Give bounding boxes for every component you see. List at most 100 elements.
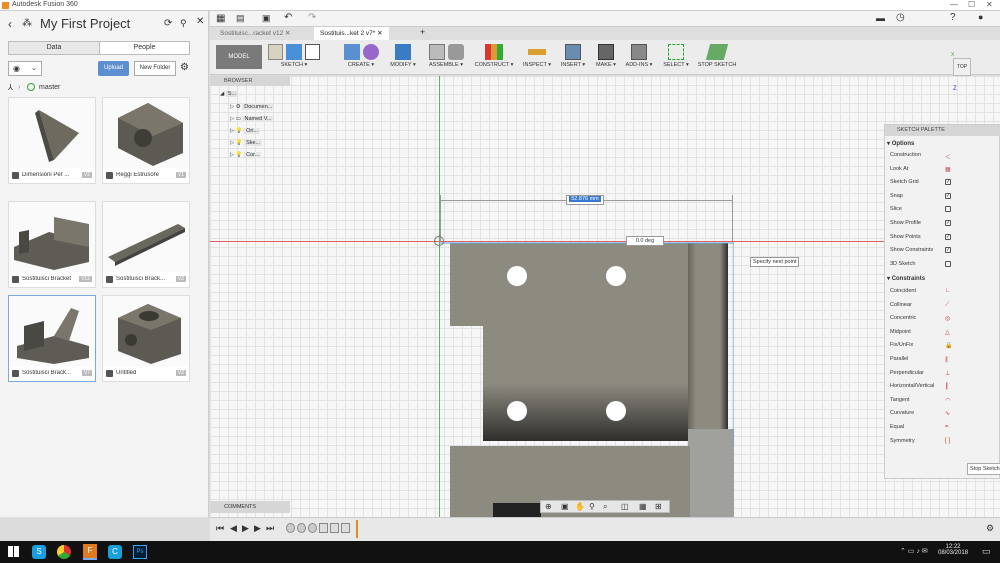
file-card[interactable]: Reggi Estrusore V1 xyxy=(102,97,190,184)
refresh-icon[interactable]: ⟳ xyxy=(164,18,172,29)
palette-option[interactable]: Construction ＜ xyxy=(890,152,998,162)
file-menu-icon[interactable]: ▤ xyxy=(236,13,245,24)
modify-group[interactable]: MODIFY ▾ xyxy=(388,44,418,68)
workspace-switch[interactable]: MODEL xyxy=(216,45,262,69)
angle-input[interactable]: 0.0 deg xyxy=(626,236,664,246)
redo-icon[interactable]: ↷ xyxy=(308,12,316,23)
create-group[interactable]: CREATE ▾ xyxy=(340,44,382,68)
undo-icon[interactable]: ↶ xyxy=(284,12,292,23)
browser-item[interactable]: ▷ ⚙ Documen... xyxy=(230,102,288,113)
dimension-input[interactable]: 52.876 mm xyxy=(566,195,604,205)
photoshop-icon[interactable]: Ps xyxy=(133,545,147,559)
checkbox[interactable]: ✓ xyxy=(945,247,951,254)
line-icon[interactable] xyxy=(286,44,302,60)
assemble-group[interactable]: ASSEMBLE ▾ xyxy=(426,44,466,68)
constraint-icon[interactable]: ∟ xyxy=(945,288,951,294)
new-component-icon[interactable] xyxy=(428,44,445,60)
timeline-features[interactable] xyxy=(286,523,356,535)
constraint-icon[interactable]: ┃ xyxy=(945,383,949,390)
joint-icon[interactable] xyxy=(447,44,464,60)
go-to-start-icon[interactable]: ⏮ xyxy=(216,523,224,534)
constraint-icon[interactable]: 🔒 xyxy=(945,342,952,349)
sketch-feature-icon[interactable] xyxy=(341,523,350,533)
constraint-item[interactable]: Collinear ⟋ xyxy=(890,302,998,312)
file-card[interactable]: Sostituisci Bracket V12 xyxy=(8,201,96,288)
close-tab-icon[interactable]: ✕ xyxy=(285,30,290,37)
help-icon[interactable]: ? xyxy=(950,12,956,23)
constraint-item[interactable]: Equal = xyxy=(890,424,998,434)
close-button[interactable]: ✕ xyxy=(986,0,993,9)
action-center-icon[interactable]: ▭ xyxy=(982,546,991,557)
browser-item[interactable]: ▷ 💡 Ori... xyxy=(230,126,288,137)
view-selector[interactable]: ◉ ⌄ xyxy=(8,61,42,76)
clock-icon[interactable]: ◷ xyxy=(896,12,905,23)
step-back-icon[interactable]: ◀ xyxy=(230,523,237,534)
save-icon[interactable]: ▣ xyxy=(262,13,271,24)
constraint-icon[interactable]: ∥ xyxy=(945,356,948,363)
go-to-end-icon[interactable]: ⏭ xyxy=(266,523,274,534)
palette-option[interactable]: 3D Sketch xyxy=(890,260,998,271)
new-folder-button[interactable]: New Folder xyxy=(134,61,176,76)
constraint-item[interactable]: Parallel ∥ xyxy=(890,356,998,366)
palette-option[interactable]: Show Points ✓ xyxy=(890,233,998,244)
constraints-section[interactable]: ▾ Constraints xyxy=(887,275,925,282)
viewports-icon[interactable]: ⊞ xyxy=(655,502,662,511)
fit-icon[interactable]: ⌕ xyxy=(603,502,607,512)
step-forward-icon[interactable]: ▶ xyxy=(254,523,261,534)
taskbar-clock[interactable]: 12:22 08/03/2018 xyxy=(938,544,968,556)
constraint-item[interactable]: Curvature ∿ xyxy=(890,410,998,420)
constraint-item[interactable]: Horizontal/Vertical ┃ xyxy=(890,383,998,393)
palette-option[interactable]: Show Constraints ✓ xyxy=(890,247,998,257)
constraint-icon[interactable]: ∿ xyxy=(945,410,950,417)
close-tab-icon[interactable]: ✕ xyxy=(377,30,382,37)
extrude-icon[interactable] xyxy=(343,44,360,60)
constraint-icon[interactable]: = xyxy=(945,424,949,430)
tab-people[interactable]: People xyxy=(99,42,189,54)
upload-button[interactable]: Upload xyxy=(98,61,129,76)
stop-sketch-button[interactable]: Stop Sketch xyxy=(967,463,1000,475)
settings-gear-icon[interactable]: ⚙ xyxy=(180,62,189,73)
chrome-icon[interactable] xyxy=(57,545,71,559)
user-icon[interactable]: ● xyxy=(978,12,983,22)
windows-start-icon[interactable] xyxy=(8,546,19,557)
file-card[interactable]: Dimensioni Per ... V2 xyxy=(8,97,96,184)
app-c-icon[interactable]: C xyxy=(108,545,122,559)
sketch-feature-icon[interactable] xyxy=(319,523,328,533)
browser-item[interactable]: ▷ 💡 Ske... xyxy=(230,138,288,149)
checkbox[interactable]: ✓ xyxy=(945,179,951,186)
file-card[interactable]: Untitled V2 xyxy=(102,295,190,382)
browser-item[interactable]: ▷ 💡 Cor... xyxy=(230,150,288,161)
checkbox[interactable] xyxy=(945,260,951,267)
look-at-icon[interactable]: ▣ xyxy=(561,502,569,511)
minimize-button[interactable]: — xyxy=(950,0,958,9)
grid-menu-icon[interactable]: ▦ xyxy=(216,13,225,24)
palette-option[interactable]: Snap ✓ xyxy=(890,192,998,203)
edit-sketch-icon[interactable] xyxy=(268,44,284,60)
constraint-item[interactable]: Concentric ◎ xyxy=(890,315,998,325)
inspect-group[interactable]: INSPECT ▾ xyxy=(520,44,554,68)
checkbox[interactable]: ✓ xyxy=(945,220,951,226)
fusion-taskbar-icon[interactable]: F xyxy=(83,544,97,560)
constraint-item[interactable]: Symmetry [ ] xyxy=(890,438,998,448)
insert-group[interactable]: INSERT ▾ xyxy=(558,44,588,68)
palette-option[interactable]: Look At ▦ xyxy=(890,166,998,176)
look-at-icon[interactable]: ▦ xyxy=(945,166,951,173)
sketch-feature-icon[interactable] xyxy=(330,523,339,533)
constraint-icon[interactable]: ⟋ xyxy=(945,302,949,309)
select-group[interactable]: SELECT ▾ xyxy=(662,44,690,68)
new-tab-icon[interactable]: + xyxy=(420,27,425,37)
doc-tab[interactable]: Sostituisc...racket v12 ✕ xyxy=(214,27,297,40)
constraint-item[interactable]: Tangent ◠ xyxy=(890,397,998,407)
addins-group[interactable]: ADD-INS ▾ xyxy=(624,44,654,68)
design-canvas[interactable]: 52.876 mm 0.0 deg Specify next point TOP… xyxy=(210,52,1000,517)
file-card[interactable]: Sostituisci Brack... V2 xyxy=(102,201,190,288)
constraint-icon[interactable]: [ ] xyxy=(945,438,950,444)
make-group[interactable]: MAKE ▾ xyxy=(592,44,620,68)
skype-icon[interactable]: S xyxy=(32,545,46,559)
constraint-icon[interactable]: △ xyxy=(945,329,950,336)
palette-option[interactable]: Slice xyxy=(890,206,998,216)
sphere-icon[interactable] xyxy=(362,44,379,60)
file-card[interactable]: Sostituisci Brack... V7 xyxy=(8,295,96,382)
zoom-icon[interactable]: ⚲ xyxy=(589,502,595,511)
orbit-icon[interactable]: ⊕ xyxy=(545,502,552,511)
